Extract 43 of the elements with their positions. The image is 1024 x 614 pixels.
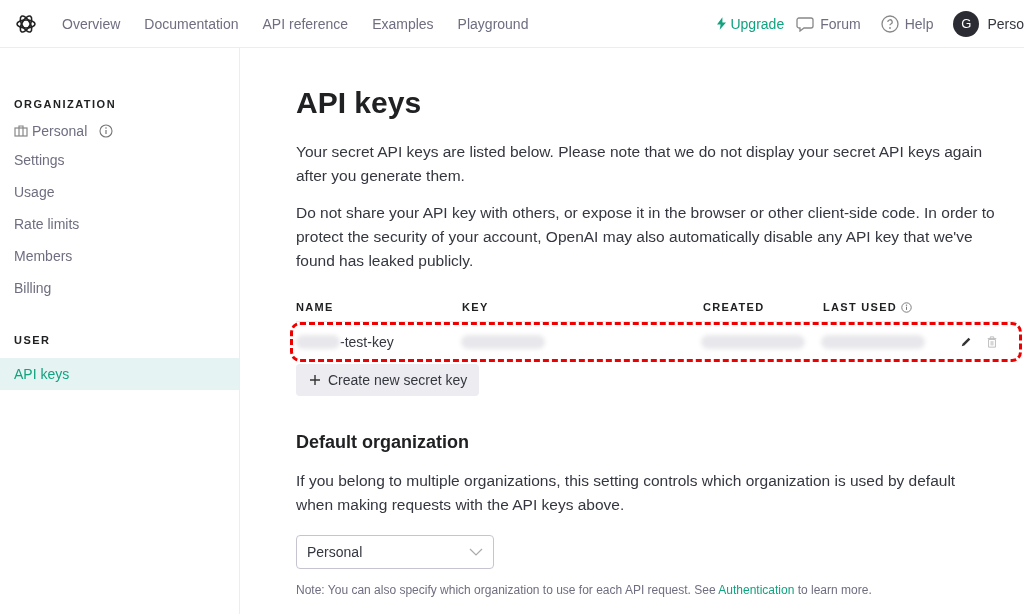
description-text: If you belong to multiple organizations, this setting controls which organization is used by default when making requests with the API keys above. — [296, 471, 957, 515]
section-title: Default organization — [296, 432, 470, 453]
nav-link[interactable]: Playground — [457, 15, 529, 32]
nav-link[interactable]: Documentation — [144, 15, 239, 32]
sidebar-item[interactable]: Members — [0, 240, 239, 272]
sidebar-item[interactable]: Settings — [0, 144, 239, 176]
help-icon — [880, 14, 899, 33]
nav-link[interactable]: API reference — [262, 15, 349, 32]
column-header: NAME — [296, 301, 335, 313]
help-link[interactable]: Help — [880, 14, 934, 33]
description-text: Your secret API keys are listed below. Please note that we do not display your secret API keys again after you generate them. — [296, 142, 984, 186]
upgrade-link[interactable]: Upgrade — [717, 15, 785, 32]
section-heading: USER — [13, 334, 52, 346]
nav-link[interactable]: Overview — [62, 15, 121, 32]
nav-link[interactable]: Examples — [372, 15, 434, 32]
key-name: -test-key — [340, 334, 394, 350]
avatar[interactable]: G — [953, 10, 980, 37]
organization-name: Personal — [32, 123, 88, 139]
column-header: LAST USED — [823, 301, 963, 313]
account-name[interactable]: Perso — [987, 15, 1024, 32]
sidebar-item[interactable]: API keys — [0, 358, 239, 390]
sidebar-item[interactable]: Rate limits — [0, 208, 239, 240]
edit-icon[interactable] — [960, 336, 972, 348]
info-icon — [901, 301, 913, 313]
sidebar-item[interactable]: Billing — [0, 272, 239, 304]
info-icon — [99, 124, 114, 138]
organization-select[interactable]: Personal — [296, 535, 494, 569]
organization-item[interactable]: Personal — [0, 118, 239, 144]
column-header: CREATED — [703, 301, 766, 313]
authentication-link[interactable]: Authentication — [718, 583, 795, 597]
description-text: Do not share your API key with others, or expose it in the browser or other client-side code. In order to protect the security of your account, OpenAI may also automatically disable any API key that we've found has leaked publicly. — [296, 203, 996, 271]
chat-icon — [796, 15, 815, 32]
chevron-down-icon — [469, 548, 483, 556]
briefcase-icon — [14, 125, 28, 137]
column-header: KEY — [462, 301, 490, 313]
plus-icon — [310, 375, 320, 385]
sidebar-item[interactable]: Usage — [0, 176, 239, 208]
forum-link[interactable]: Forum — [796, 15, 861, 32]
bolt-icon — [717, 17, 727, 30]
create-key-button[interactable]: Create new secret key — [296, 364, 480, 396]
section-heading: ORGANIZATION — [13, 98, 118, 110]
page-title: API keys — [296, 86, 423, 120]
note-text: Note: You can also specify which organization to use for each API request. See Authentication to learn more. — [296, 583, 873, 597]
